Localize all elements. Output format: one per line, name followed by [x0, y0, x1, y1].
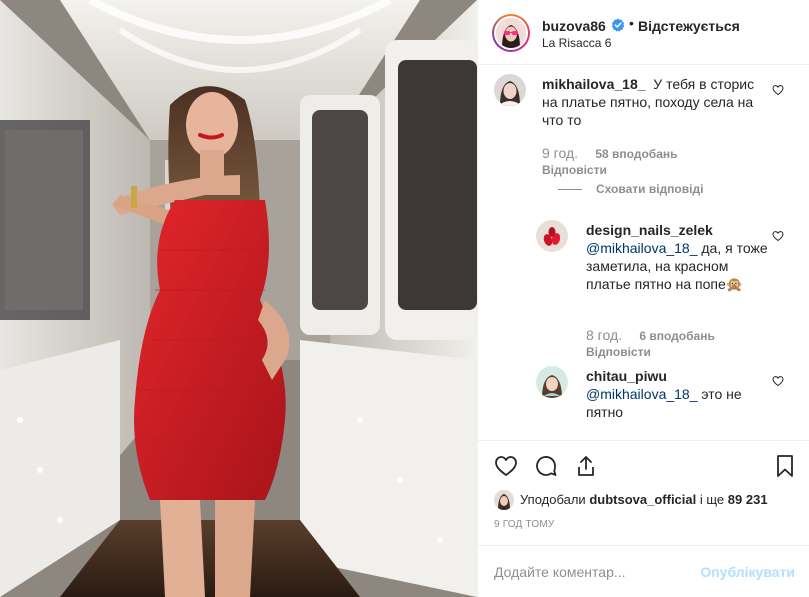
bookmark-icon[interactable]: [773, 454, 797, 478]
reply-like-heart-icon[interactable]: [772, 230, 784, 242]
reply-reply-button[interactable]: Відповісти: [586, 345, 651, 359]
comment-icon[interactable]: [534, 454, 558, 478]
post-comment-button[interactable]: Опублікувати: [700, 564, 795, 580]
likes-text: Уподобали dubtsova_official і ще 89 231: [520, 492, 768, 507]
liker-username[interactable]: dubtsova_official: [589, 492, 696, 507]
following-button[interactable]: Відстежується: [638, 18, 740, 34]
post-actions: Уподобали dubtsova_official і ще 89 231 …: [478, 440, 809, 597]
verified-badge-icon: [611, 18, 625, 32]
comment-body: mikhailova_18_ У тебя в сторис на платье…: [542, 75, 772, 129]
post-timestamp[interactable]: 9 ГОД ТОМУ: [494, 519, 554, 530]
liker-avatar-image: [494, 490, 514, 510]
reply-mention[interactable]: @mikhailova_18_: [586, 386, 698, 402]
likes-count[interactable]: 89 231: [728, 492, 768, 507]
reply-username[interactable]: design_nails_zelek: [586, 222, 713, 238]
reply-likes-count[interactable]: 6 вподобань: [639, 329, 714, 343]
comment-meta: 9 год. 58 вподобань: [542, 145, 678, 161]
author-username[interactable]: buzova86: [542, 18, 606, 34]
add-comment-bar: Опублікувати: [478, 545, 809, 597]
hide-replies-button[interactable]: Сховати відповіді: [596, 182, 703, 196]
replies-divider: [558, 189, 582, 190]
reply-body: chitau_piwu @mikhailova_18_ это не пятно: [586, 367, 776, 421]
comment-input[interactable]: [494, 562, 714, 582]
comment-time[interactable]: 9 год.: [542, 145, 578, 161]
reply-reply-label: Відповісти: [586, 345, 651, 359]
author-avatar[interactable]: [492, 14, 530, 52]
post-header: buzova86 • Відстежується La Risacca 6: [478, 0, 809, 65]
location-link[interactable]: La Risacca 6: [542, 36, 611, 50]
reply-avatar[interactable]: [536, 220, 568, 252]
post-sidebar: buzova86 • Відстежується La Risacca 6 mi…: [477, 0, 809, 597]
comment-likes-count[interactable]: 58 вподобань: [595, 147, 677, 161]
reply-avatar-image: [536, 366, 568, 398]
heart-icon[interactable]: [494, 454, 518, 478]
reply-avatar-image: [536, 220, 568, 252]
reply-like-heart-icon[interactable]: [772, 375, 784, 387]
likes-prefix: Уподобали: [520, 492, 586, 507]
reply-meta: 8 год. 6 вподобань: [586, 327, 715, 343]
reply-label: Відповісти: [542, 163, 607, 177]
post-photo[interactable]: [0, 0, 477, 597]
reply-button[interactable]: Відповісти: [542, 163, 607, 177]
header-separator: •: [629, 15, 634, 31]
reply-time[interactable]: 8 год.: [586, 327, 622, 343]
photo-image: [0, 0, 477, 597]
comment-like-heart-icon[interactable]: [772, 84, 784, 96]
comment-username[interactable]: mikhailova_18_: [542, 76, 646, 92]
liker-avatar[interactable]: [494, 490, 514, 510]
reply-body: design_nails_zelek @mikhailova_18_ да, я…: [586, 221, 776, 293]
reply-mention[interactable]: @mikhailova_18_: [586, 240, 698, 256]
reply-username[interactable]: chitau_piwu: [586, 368, 667, 384]
comments-list[interactable]: mikhailova_18_ У тебя в сторис на платье…: [478, 66, 809, 440]
commenter-avatar[interactable]: [494, 74, 526, 106]
likes-connector: і ще: [699, 492, 725, 507]
hide-replies-label: Сховати відповіді: [596, 182, 704, 196]
reply-avatar[interactable]: [536, 366, 568, 398]
avatar-illustration: [496, 18, 526, 48]
commenter-avatar-image: [494, 74, 526, 106]
share-icon[interactable]: [574, 454, 598, 478]
